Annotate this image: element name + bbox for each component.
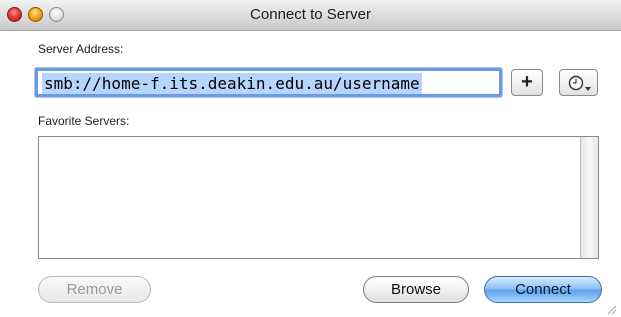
favorites-scrollbar[interactable] (580, 137, 598, 258)
recent-servers-button[interactable] (559, 69, 598, 96)
connect-to-server-window: Connect to Server Server Address: smb://… (0, 0, 621, 317)
favorite-servers-label: Favorite Servers: (38, 114, 130, 128)
title-bar[interactable]: Connect to Server (0, 0, 621, 31)
remove-button[interactable]: Remove (38, 276, 151, 303)
clock-dropdown-icon (568, 75, 591, 91)
browse-button[interactable]: Browse (363, 276, 469, 303)
server-address-label: Server Address: (38, 42, 124, 56)
connect-button[interactable]: Connect (484, 276, 602, 303)
server-address-value: smb://home-f.its.deakin.edu.au/username (42, 73, 422, 94)
add-favorite-button[interactable]: + (511, 69, 543, 96)
resize-grip-icon[interactable] (605, 303, 617, 315)
server-address-input[interactable]: smb://home-f.its.deakin.edu.au/username (35, 68, 502, 97)
window-title: Connect to Server (250, 6, 371, 23)
favorite-servers-list[interactable] (38, 136, 599, 259)
